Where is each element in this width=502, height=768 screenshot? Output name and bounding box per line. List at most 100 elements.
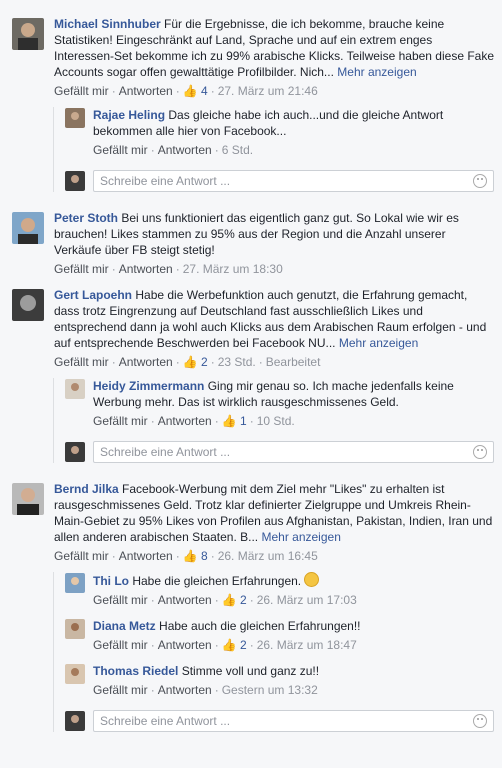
avatar[interactable] [12, 483, 44, 515]
comment-actions: Gefällt mir · Antworten · 👍 8 · 26. März um 16… [54, 549, 318, 563]
reply-text: Habe auch die gleichen Erfahrungen!! [159, 619, 361, 633]
thumbs-up-icon[interactable]: 👍 [222, 638, 237, 652]
emoji-icon[interactable] [473, 714, 487, 728]
reply-author[interactable]: Rajae Heling [93, 108, 165, 122]
reply-input[interactable]: Schreibe eine Antwort ... [93, 710, 494, 732]
reply-actions: Gefällt mir · Antworten · 👍 2 · 26. März um 17… [93, 593, 357, 607]
thumbs-up-icon[interactable]: 👍 [222, 593, 237, 607]
timestamp[interactable]: 26. März um 18:47 [257, 638, 357, 652]
reply-link[interactable]: Antworten [119, 262, 173, 276]
thumbs-up-icon[interactable]: 👍 [183, 84, 198, 98]
replies: Rajae Heling Das gleiche habe ich auch..… [53, 107, 494, 192]
timestamp[interactable]: 26. März um 17:03 [257, 593, 357, 607]
reply-input-placeholder: Schreibe eine Antwort ... [100, 174, 231, 188]
like-link[interactable]: Gefällt mir [54, 355, 109, 369]
comment-actions: Gefällt mir · Antworten · 27. März um 18:30 [54, 262, 283, 276]
timestamp[interactable]: 27. März um 18:30 [183, 262, 283, 276]
timestamp[interactable]: 27. März um 21:46 [218, 84, 318, 98]
reply-input[interactable]: Schreibe eine Antwort ... [93, 441, 494, 463]
avatar[interactable] [65, 379, 85, 399]
avatar[interactable] [65, 108, 85, 128]
timestamp[interactable]: 10 Std. [257, 414, 295, 428]
reply: Rajae Heling Das gleiche habe ich auch..… [65, 107, 494, 158]
like-count[interactable]: 8 [201, 549, 208, 563]
timestamp[interactable]: Gestern um 13:32 [222, 683, 318, 697]
avatar [65, 442, 85, 462]
reply-link[interactable]: Antworten [158, 414, 212, 428]
thumbs-up-icon[interactable]: 👍 [222, 414, 237, 428]
replies: Thi Lo Habe die gleichen Erfahrungen. Ge… [53, 572, 494, 732]
reply-composer: Schreibe eine Antwort ... [65, 710, 494, 732]
like-count[interactable]: 2 [201, 355, 208, 369]
reply-actions: Gefällt mir · Antworten · 6 Std. [93, 143, 254, 157]
comment-actions: Gefällt mir · Antworten · 👍 4 · 27. März um 21… [54, 84, 318, 98]
reply-author[interactable]: Thi Lo [93, 574, 129, 588]
comment: Peter Stoth Bei uns funktioniert das eig… [12, 210, 494, 277]
emoji-icon[interactable] [473, 174, 487, 188]
like-count[interactable]: 1 [240, 414, 247, 428]
avatar[interactable] [65, 619, 85, 639]
replies: Heidy Zimmermann Ging mir genau so. Ich … [53, 378, 494, 463]
like-link[interactable]: Gefällt mir [93, 414, 148, 428]
reply: Thomas Riedel Stimme voll und ganz zu!! … [65, 663, 494, 698]
thumbs-up-icon[interactable]: 👍 [183, 355, 198, 369]
reply-actions: Gefällt mir · Antworten · 👍 2 · 26. März um 18… [93, 638, 357, 652]
reply-text: Habe die gleichen Erfahrungen. [132, 574, 302, 588]
timestamp[interactable]: 23 Std. [218, 355, 256, 369]
comment-actions: Gefällt mir · Antworten · 👍 2 · 23 Std. · Bearbe… [54, 355, 321, 369]
reply-input[interactable]: Schreibe eine Antwort ... [93, 170, 494, 192]
comment-thread: Michael Sinnhuber Für die Ergebnisse, di… [0, 16, 502, 732]
reply-link[interactable]: Antworten [158, 143, 212, 157]
show-more-link[interactable]: Mehr anzeigen [339, 336, 418, 350]
avatar[interactable] [12, 18, 44, 50]
thumbs-up-icon[interactable]: 👍 [183, 549, 198, 563]
like-link[interactable]: Gefällt mir [93, 683, 148, 697]
reply-link[interactable]: Antworten [158, 683, 212, 697]
like-link[interactable]: Gefällt mir [54, 84, 109, 98]
timestamp[interactable]: 26. März um 16:45 [218, 549, 318, 563]
comment-author[interactable]: Michael Sinnhuber [54, 17, 161, 31]
reply-link[interactable]: Antworten [158, 638, 212, 652]
avatar[interactable] [65, 664, 85, 684]
comment-author[interactable]: Bernd Jilka [54, 482, 119, 496]
avatar[interactable] [12, 289, 44, 321]
like-link[interactable]: Gefällt mir [93, 638, 148, 652]
reply-author[interactable]: Thomas Riedel [93, 664, 178, 678]
comment: Bernd Jilka Facebook-Werbung mit dem Zie… [12, 481, 494, 564]
edited-label[interactable]: Bearbeitet [266, 355, 321, 369]
avatar [65, 711, 85, 731]
comment-author[interactable]: Gert Lapoehn [54, 288, 132, 302]
reply: Thi Lo Habe die gleichen Erfahrungen. Ge… [65, 572, 494, 608]
avatar[interactable] [65, 573, 85, 593]
reply-author[interactable]: Diana Metz [93, 619, 156, 633]
reply-text: Stimme voll und ganz zu!! [181, 664, 320, 678]
like-link[interactable]: Gefällt mir [93, 593, 148, 607]
show-more-link[interactable]: Mehr anzeigen [337, 65, 416, 79]
show-more-link[interactable]: Mehr anzeigen [261, 530, 340, 544]
avatar [65, 171, 85, 191]
reply-input-placeholder: Schreibe eine Antwort ... [100, 714, 231, 728]
reply-actions: Gefällt mir · Antworten · Gestern um 13:32 [93, 683, 318, 697]
like-link[interactable]: Gefällt mir [93, 143, 148, 157]
reply-link[interactable]: Antworten [119, 84, 173, 98]
reply-link[interactable]: Antworten [119, 355, 173, 369]
comment-author[interactable]: Peter Stoth [54, 211, 118, 225]
like-link[interactable]: Gefällt mir [54, 549, 109, 563]
grinning-emoji-icon [304, 572, 320, 587]
emoji-icon[interactable] [473, 445, 487, 459]
like-count[interactable]: 2 [240, 593, 247, 607]
like-count[interactable]: 4 [201, 84, 208, 98]
like-link[interactable]: Gefällt mir [54, 262, 109, 276]
comment: Michael Sinnhuber Für die Ergebnisse, di… [12, 16, 494, 99]
reply: Heidy Zimmermann Ging mir genau so. Ich … [65, 378, 494, 429]
reply-author[interactable]: Heidy Zimmermann [93, 379, 204, 393]
avatar[interactable] [12, 212, 44, 244]
reply-actions: Gefällt mir · Antworten · 👍 1 · 10 Std. [93, 414, 295, 428]
like-count[interactable]: 2 [240, 638, 247, 652]
reply-link[interactable]: Antworten [119, 549, 173, 563]
timestamp[interactable]: 6 Std. [222, 143, 253, 157]
reply-composer: Schreibe eine Antwort ... [65, 170, 494, 192]
reply-link[interactable]: Antworten [158, 593, 212, 607]
reply-input-placeholder: Schreibe eine Antwort ... [100, 445, 231, 459]
reply-composer: Schreibe eine Antwort ... [65, 441, 494, 463]
